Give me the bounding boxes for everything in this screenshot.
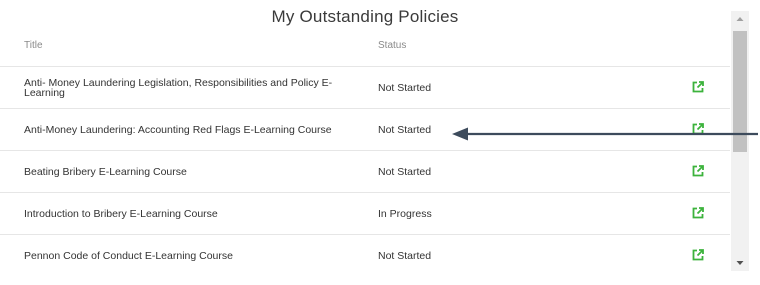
- policies-table: Anti- Money Laundering Legislation, Resp…: [0, 66, 730, 276]
- column-header-status: Status: [378, 40, 407, 51]
- policy-status: In Progress: [378, 207, 432, 220]
- policy-status: Not Started: [378, 249, 432, 262]
- table-row: Pennon Code of Conduct E-Learning Course…: [0, 234, 730, 276]
- policy-status: Not Started: [378, 81, 432, 94]
- policy-title: Anti-Money Laundering: Accounting Red Fl…: [24, 123, 332, 136]
- policy-title: Introduction to Bribery E-Learning Cours…: [24, 207, 218, 220]
- table-row: Introduction to Bribery E-Learning Cours…: [0, 192, 730, 234]
- open-external-link-icon[interactable]: [691, 164, 705, 178]
- policy-status: Not Started: [378, 123, 432, 136]
- open-external-link-icon[interactable]: [691, 248, 705, 262]
- scroll-up-arrow-icon[interactable]: [731, 11, 749, 27]
- table-row: Anti- Money Laundering Legislation, Resp…: [0, 66, 730, 108]
- open-external-link-icon[interactable]: [691, 80, 705, 94]
- panel-title: My Outstanding Policies: [271, 7, 459, 26]
- open-external-link-icon[interactable]: [691, 206, 705, 220]
- policy-title: Beating Bribery E-Learning Course: [24, 165, 187, 178]
- policy-title: Anti- Money Laundering Legislation, Resp…: [24, 76, 333, 99]
- left-arrow-icon: [452, 127, 758, 141]
- policy-status: Not Started: [378, 165, 432, 178]
- policy-title: Pennon Code of Conduct E-Learning Course: [24, 249, 233, 262]
- outstanding-policies-panel: My Outstanding Policies Title Status Ant…: [0, 0, 730, 285]
- column-header-title: Title: [24, 40, 43, 51]
- table-row: Beating Bribery E-Learning Course Not St…: [0, 150, 730, 192]
- scroll-down-arrow-icon[interactable]: [731, 255, 749, 271]
